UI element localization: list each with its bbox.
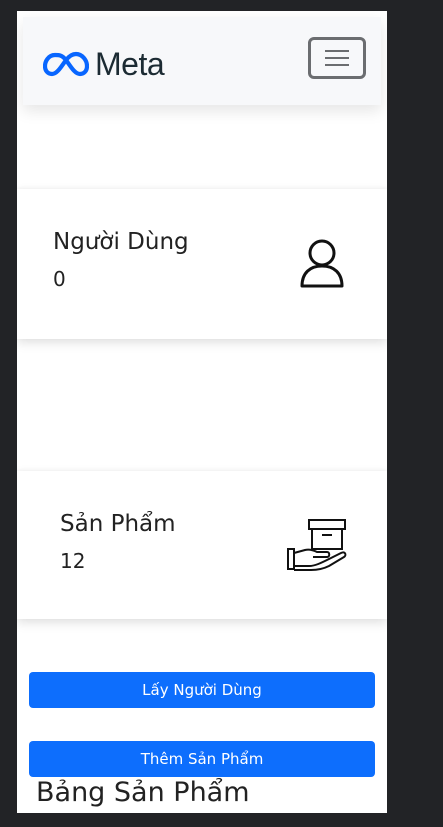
- user-icon: [300, 239, 344, 288]
- hand-box-icon: [287, 519, 347, 571]
- brand-name: Meta: [95, 45, 165, 82]
- menu-toggle-button[interactable]: [308, 37, 366, 79]
- hamburger-icon: [325, 50, 349, 66]
- add-product-button[interactable]: Thêm Sản Phẩm: [29, 741, 375, 777]
- products-stat-card: Sản Phẩm 12: [17, 471, 387, 619]
- users-card-label: Người Dùng: [53, 229, 189, 255]
- users-card-value: 0: [53, 267, 66, 291]
- meta-infinity-icon: [43, 51, 89, 77]
- get-users-button[interactable]: Lấy Người Dùng: [29, 672, 375, 708]
- products-card-value: 12: [60, 549, 86, 573]
- app-viewport: Meta Người Dùng 0 Sản Phẩm 12 Lấy Người …: [17, 11, 387, 813]
- users-stat-card: Người Dùng 0: [17, 189, 387, 339]
- products-card-label: Sản Phẩm: [60, 511, 176, 537]
- brand-logo[interactable]: Meta: [43, 45, 165, 82]
- products-table-title: Bảng Sản Phẩm: [36, 777, 250, 808]
- navbar: Meta: [23, 17, 381, 105]
